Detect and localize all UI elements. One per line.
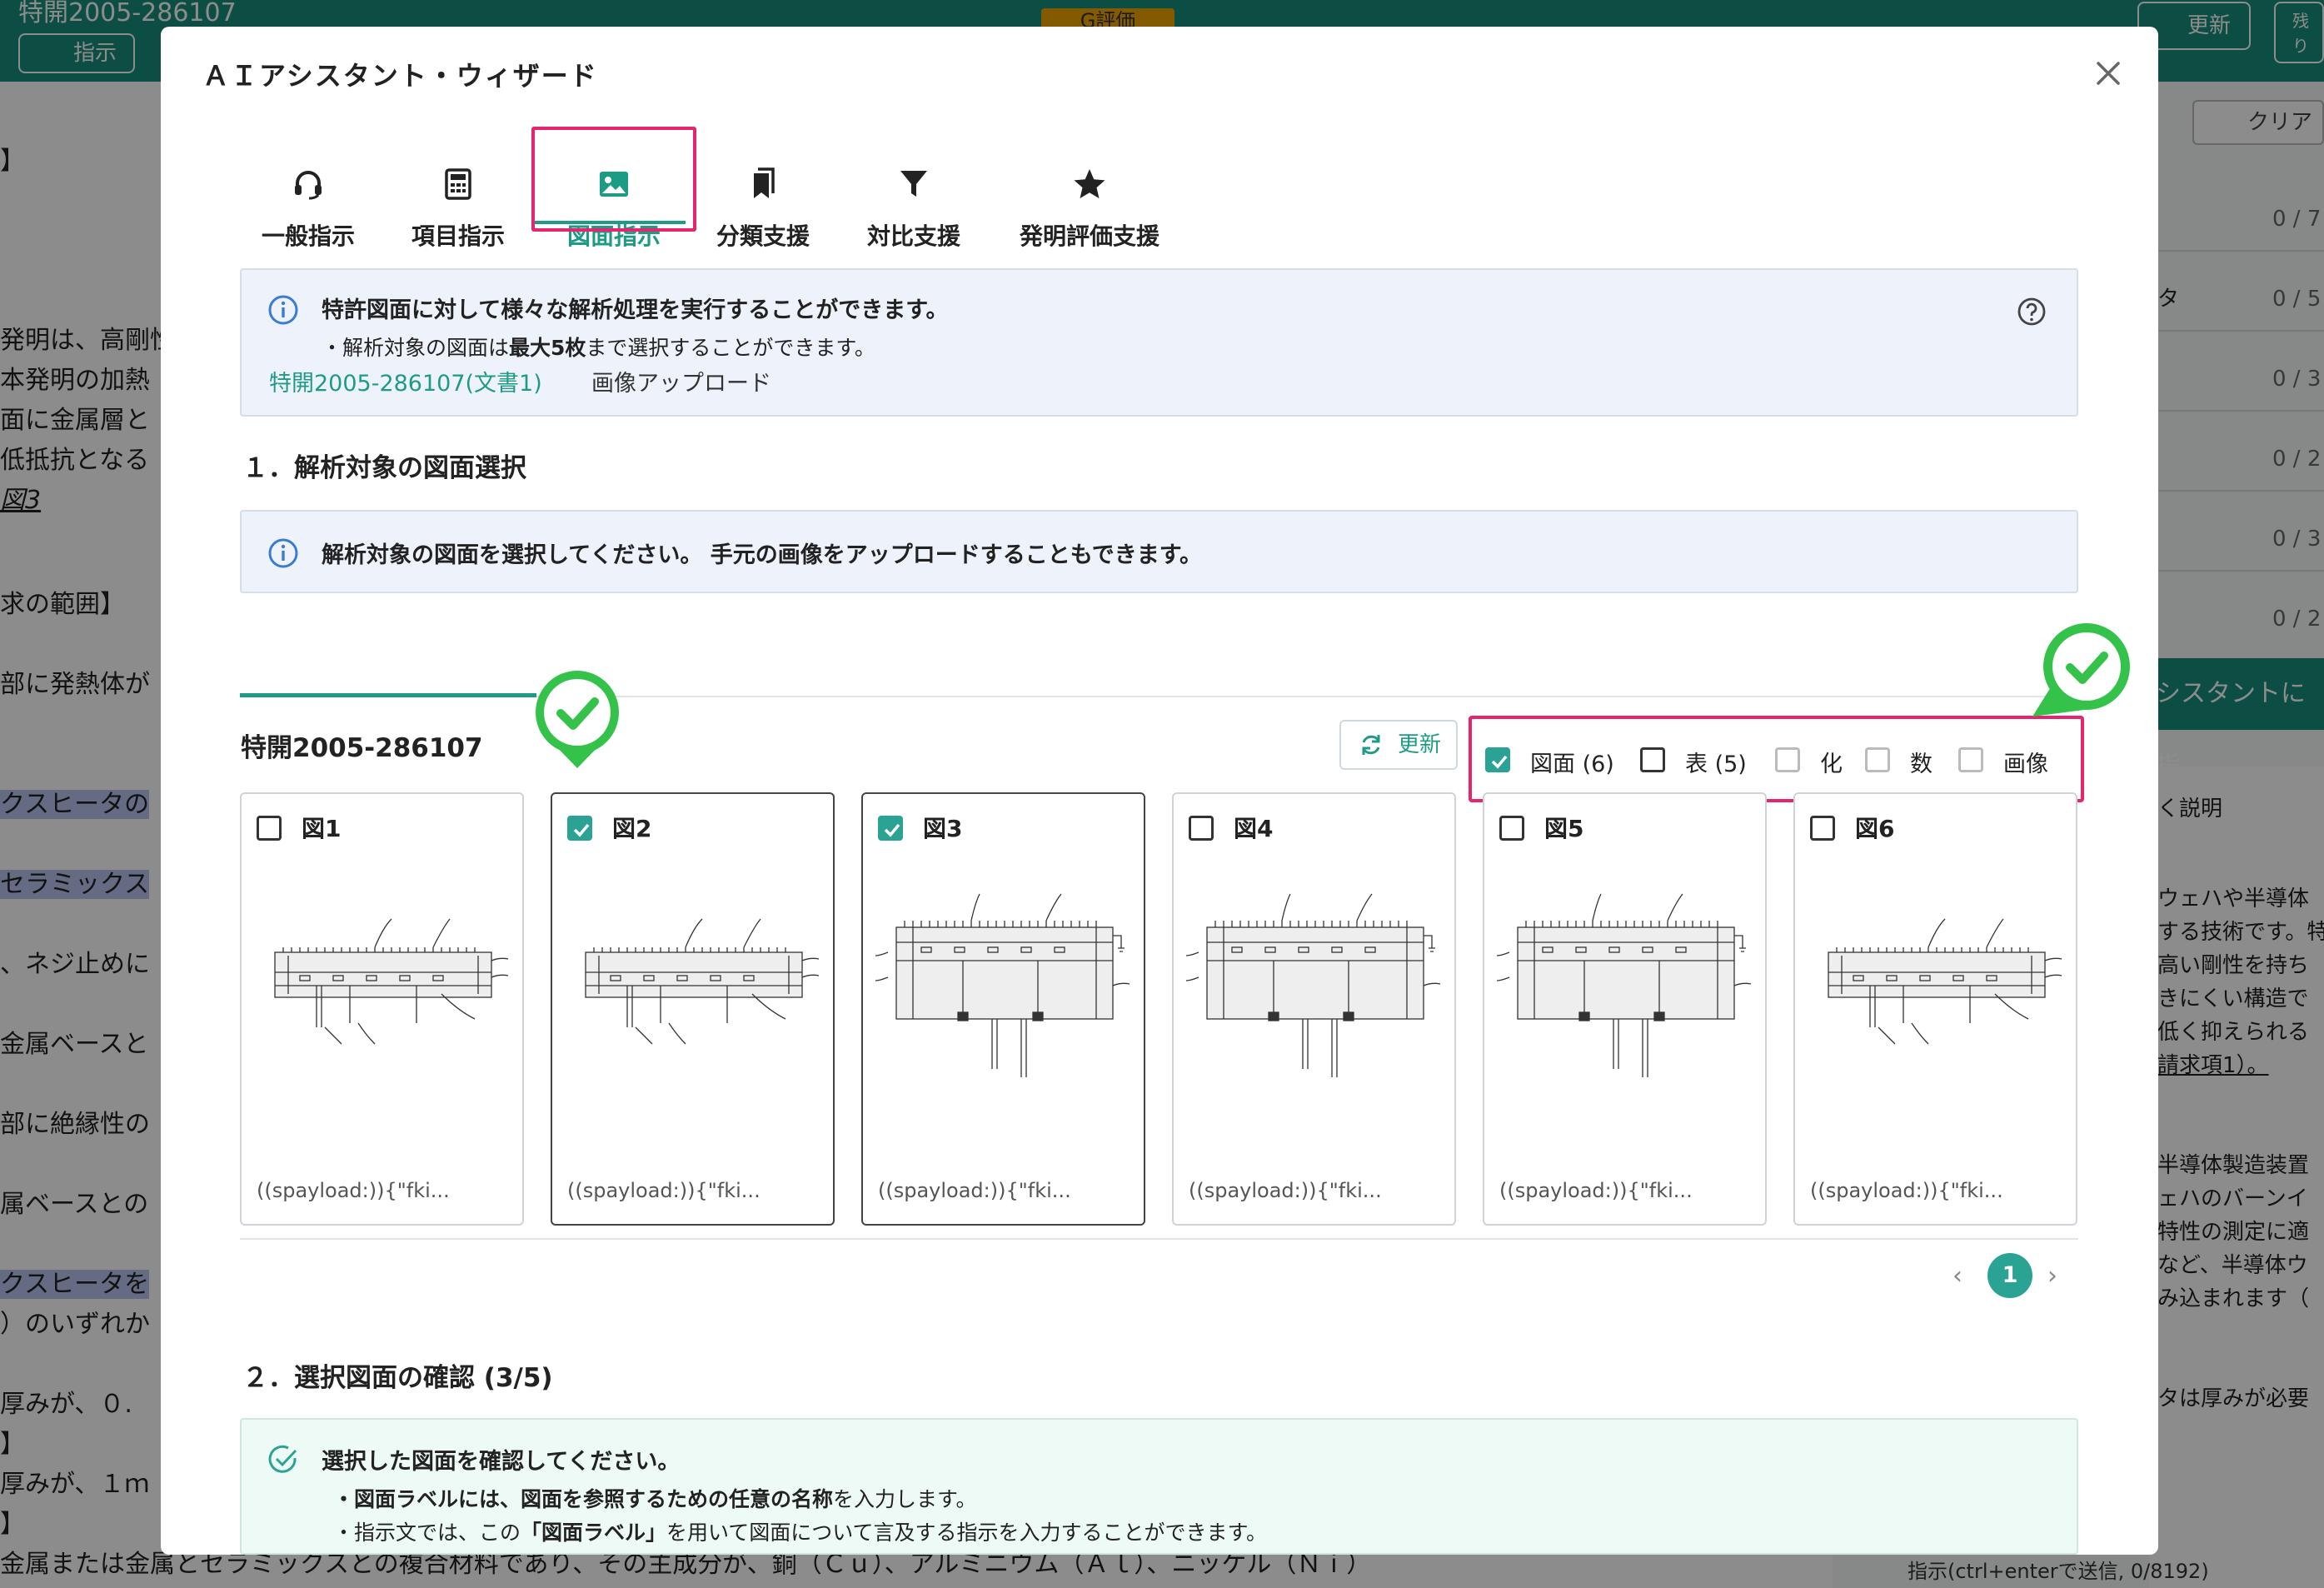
patent-drawing-image: [274, 918, 509, 1045]
checkbox[interactable]: [567, 816, 592, 841]
figure-caption: ((spayload:)){"fki...: [567, 1179, 761, 1202]
figure-label: 図3: [923, 815, 963, 842]
divider: [240, 1238, 2078, 1240]
confirm-text-part: を用いて図面について言及する指示を入力することができます。: [666, 1521, 1268, 1545]
checkbox[interactable]: [1485, 747, 1510, 772]
check-circle-icon: [268, 1445, 297, 1473]
checkbox[interactable]: [1810, 816, 1835, 841]
refresh-button[interactable]: 更新: [1339, 720, 1458, 770]
confirm-text-bold: ・図面ラベルには、図面を参照するための任意の名称: [333, 1487, 834, 1511]
section-title: ２．選択図面の確認 (3/5): [242, 1363, 553, 1393]
figure-caption: ((spayload:)){"fki...: [257, 1179, 450, 1202]
patent-drawing-image: [875, 893, 1130, 1078]
filter-label: 画像: [2003, 752, 2048, 777]
patent-drawing-image: [1828, 918, 2062, 1045]
figure-card[interactable]: 図6 ((spayload:)){"fki...: [1793, 792, 2077, 1226]
figure-caption: ((spayload:)){"fki...: [878, 1179, 1071, 1202]
filter-label: 図面 (6): [1530, 752, 1614, 777]
figure-card[interactable]: 図1 ((spayload:)){"fki...: [240, 792, 524, 1226]
page-prev-button[interactable]: ‹: [1952, 1261, 1962, 1291]
figure-card[interactable]: 図2 ((spayload:)){"fki...: [551, 792, 835, 1226]
document-label: 特開2005-286107: [241, 733, 483, 763]
confirm-text: ・図面ラベルには、図面を参照するための任意の名称を入力します。: [333, 1483, 977, 1513]
patent-drawing-image: [585, 918, 820, 1045]
figure-label: 図1: [302, 815, 342, 842]
filter-label: 表 (5): [1685, 752, 1747, 777]
checkbox[interactable]: [878, 816, 903, 841]
confirm-text: ・指示文では、この「図面ラベル」を用いて図面について言及する指示を入力することが…: [333, 1516, 1267, 1546]
checkbox[interactable]: [1189, 816, 1214, 841]
confirm-text-part: ・指示文では、この: [333, 1521, 521, 1545]
confirm-text-part: を入力します。: [833, 1487, 977, 1511]
figure-card[interactable]: 図5 ((spayload:)){"fki...: [1483, 792, 1767, 1226]
checkbox[interactable]: [1958, 747, 1983, 772]
confirm-text-bold: 「図面ラベル」: [521, 1521, 667, 1545]
checkmark-marker-icon: [2032, 623, 2130, 717]
checkbox[interactable]: [1499, 816, 1524, 841]
confirm-text: 選択した図面を確認してください。: [322, 1449, 681, 1475]
refresh-label: 更新: [1398, 732, 1442, 757]
figure-label: 図6: [1855, 815, 1895, 842]
figure-caption: ((spayload:)){"fki...: [1499, 1179, 1693, 1202]
confirm-info-box: 選択した図面を確認してください。 ・図面ラベルには、図面を参照するための任意の名…: [240, 1418, 2078, 1555]
refresh-icon: [1362, 735, 1380, 755]
checkbox[interactable]: [257, 816, 282, 841]
figure-card[interactable]: 図4 ((spayload:)){"fki...: [1172, 792, 1456, 1226]
checkbox[interactable]: [1865, 747, 1890, 772]
checkbox[interactable]: [1775, 747, 1800, 772]
page-next-button[interactable]: ›: [2047, 1261, 2057, 1291]
page-number-button[interactable]: 1: [1987, 1253, 2032, 1298]
filter-group: 図面 (6) 表 (5) 化 数 画像: [1469, 716, 2084, 802]
patent-drawing-image: [1496, 893, 1752, 1078]
figure-label: 図2: [612, 815, 652, 842]
filter-label: 化: [1820, 752, 1843, 777]
figure-caption: ((spayload:)){"fki...: [1189, 1179, 1382, 1202]
figure-label: 図5: [1544, 815, 1584, 842]
figure-card[interactable]: 図3 ((spayload:)){"fki...: [861, 792, 1145, 1226]
figure-caption: ((spayload:)){"fki...: [1810, 1179, 2003, 1202]
patent-drawing-image: [1185, 893, 1441, 1078]
checkbox[interactable]: [1640, 747, 1665, 772]
filter-label: 数: [1910, 752, 1933, 777]
figure-label: 図4: [1234, 815, 1274, 842]
checkmark-marker-icon: [536, 671, 619, 768]
